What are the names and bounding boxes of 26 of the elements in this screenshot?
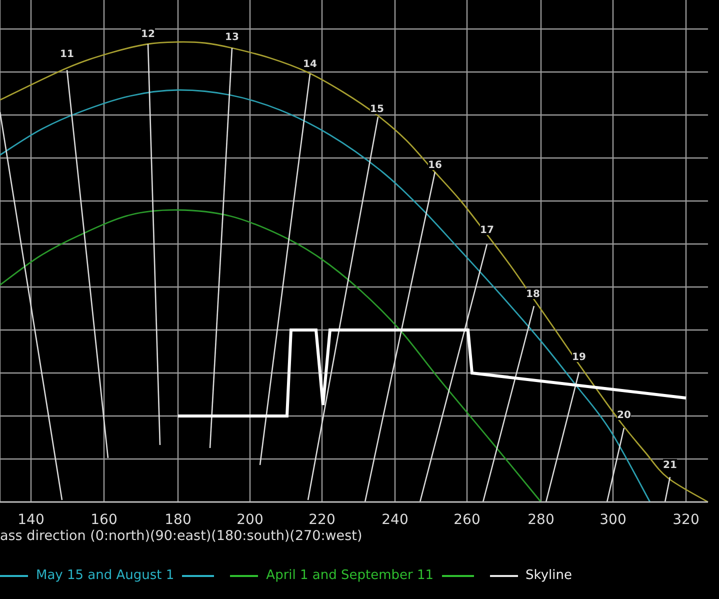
hour-line [664,476,671,502]
tick-label: 160 [90,512,118,528]
tick-label: 240 [382,512,408,528]
tick-label: 300 [600,512,626,528]
legend-label: Skyline [526,567,572,586]
tick-label: 200 [236,512,264,528]
legend-label: May 15 and August 1 [36,567,174,586]
hour-label: 12 [141,29,155,40]
hour-label: 21 [663,460,677,471]
hour-label: 20 [617,410,631,421]
tick-label: 180 [164,512,192,528]
tick-label: 140 [18,512,44,528]
hour-label: 16 [428,160,442,171]
hour-label: 17 [480,225,494,236]
hour-label: 15 [370,104,384,115]
tick-label: 260 [454,512,480,528]
axis-title: ass direction (0:north)(90:east)(180:south)(270:west) [0,528,362,544]
tick-label: 320 [672,512,700,528]
hour-label: 11 [60,49,74,60]
tick-label: 220 [308,512,336,528]
hour-label: 14 [303,59,317,70]
hour-label: 13 [225,32,239,43]
legend-label: April 1 and September 11 [266,567,434,586]
hour-label: 18 [526,289,540,300]
hour-label: 19 [572,352,586,363]
tick-label: 280 [528,512,554,528]
